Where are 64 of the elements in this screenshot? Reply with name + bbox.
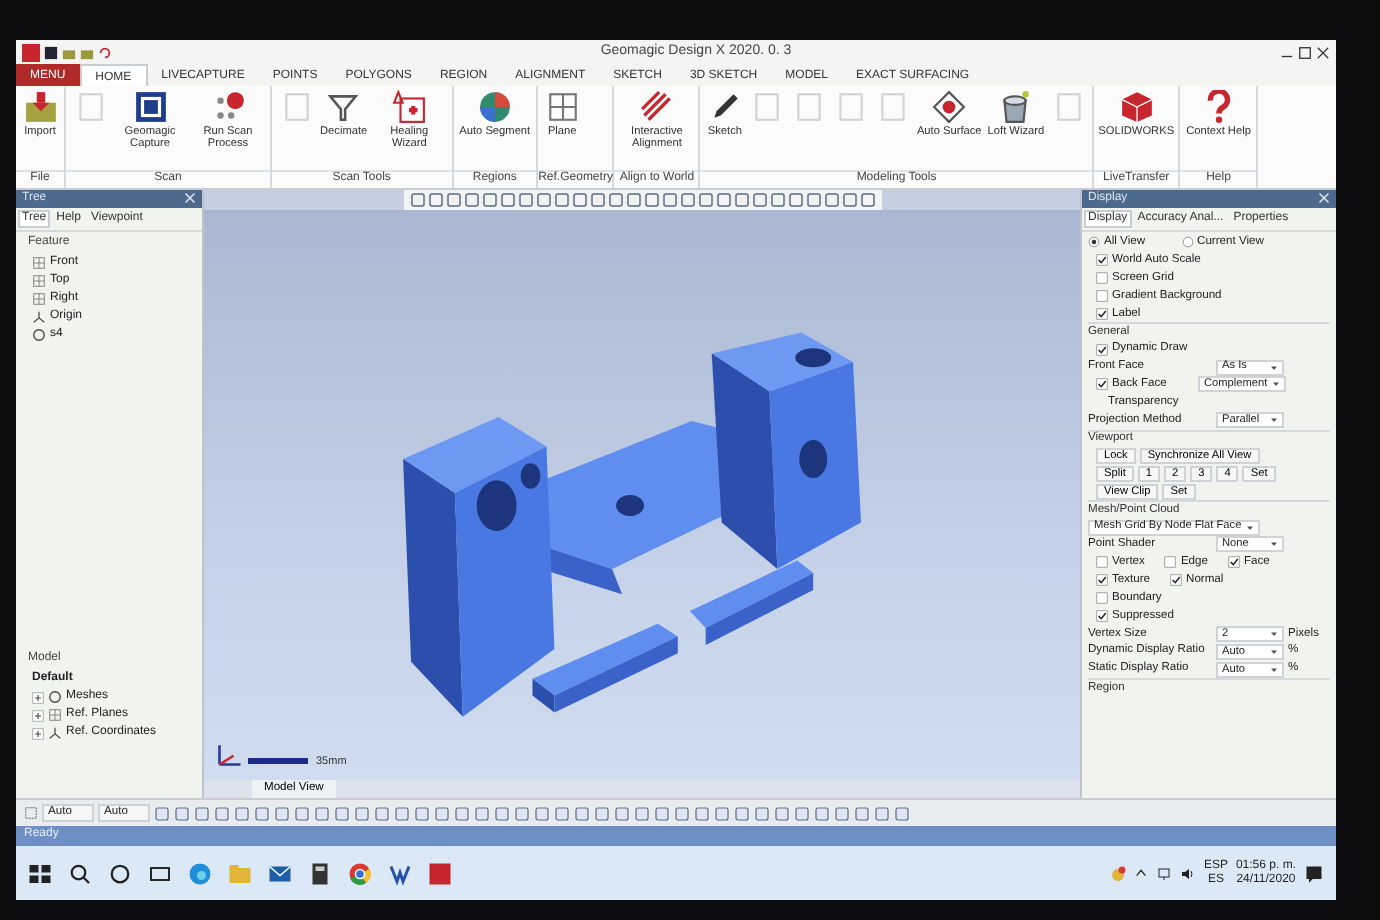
- checkbox[interactable]: [1096, 290, 1108, 302]
- checkbox[interactable]: [1096, 307, 1108, 320]
- undo-icon[interactable]: [98, 45, 112, 59]
- grid-plane-icon: [48, 708, 62, 722]
- grid-plane-icon: [32, 291, 46, 306]
- envelope-icon[interactable]: [268, 861, 292, 885]
- windows-logo-icon[interactable]: [28, 861, 52, 885]
- funnel-icon: [326, 90, 361, 124]
- checkbox[interactable]: [1164, 556, 1177, 569]
- checkbox[interactable]: [1096, 272, 1108, 285]
- select-icon[interactable]: [24, 806, 38, 820]
- checkbox[interactable]: [1096, 610, 1108, 623]
- scan-process-icon: [211, 90, 245, 124]
- circle-icon: [48, 690, 62, 704]
- folder-arrow-icon: [23, 90, 57, 124]
- radio-button[interactable]: [1181, 236, 1194, 249]
- expand-toggle[interactable]: [32, 727, 44, 739]
- checkbox[interactable]: [1227, 556, 1240, 569]
- axes-icon: [32, 309, 46, 324]
- checkbox[interactable]: [1096, 254, 1108, 267]
- app-icon[interactable]: [428, 861, 452, 885]
- circle-icon: [32, 327, 46, 342]
- scale-bar-icon: [248, 758, 308, 765]
- search-icon[interactable]: [68, 861, 92, 885]
- segment-icon: [477, 90, 512, 124]
- close-icon[interactable]: [1316, 45, 1330, 59]
- edge-browser-icon[interactable]: [188, 861, 212, 885]
- tool-icon: [1051, 90, 1086, 124]
- calculator-icon[interactable]: [308, 861, 332, 885]
- chrome-browser-icon[interactable]: [348, 861, 372, 885]
- floppy-icon[interactable]: [44, 45, 58, 59]
- axes-icon: [48, 726, 62, 740]
- tool-icon: [833, 90, 868, 124]
- alignment-icon: [639, 90, 674, 124]
- expand-toggle[interactable]: [32, 691, 44, 703]
- checkbox[interactable]: [1096, 556, 1108, 569]
- app-logo-icon: [22, 43, 40, 61]
- notification-badge-icon[interactable]: [1109, 865, 1126, 881]
- tool-icon: [875, 90, 910, 124]
- tool-icon: [791, 90, 826, 124]
- caret-icon: [1245, 523, 1254, 532]
- tool-icon: [749, 90, 784, 124]
- checkbox[interactable]: [1096, 592, 1108, 605]
- network-icon[interactable]: [1155, 865, 1172, 881]
- maximize-icon[interactable]: [1298, 45, 1312, 59]
- checkbox[interactable]: [1096, 378, 1108, 391]
- tool-icon: [279, 90, 313, 124]
- tool-icon: [73, 90, 107, 124]
- notifications-icon[interactable]: [1304, 863, 1324, 883]
- checkbox[interactable]: [1170, 574, 1183, 587]
- bucket-icon: [998, 90, 1033, 124]
- radio-button[interactable]: [1088, 236, 1100, 249]
- axis-triad-icon: [216, 740, 244, 768]
- grid-plane-icon: [32, 255, 46, 270]
- task-view-icon[interactable]: [148, 861, 172, 885]
- speaker-icon[interactable]: [1179, 865, 1196, 881]
- checkbox[interactable]: [1096, 343, 1108, 356]
- checkbox[interactable]: [1096, 574, 1108, 587]
- expand-toggle[interactable]: [32, 709, 44, 721]
- grid-plane-icon: [545, 90, 580, 124]
- chevron-up-icon[interactable]: [1133, 866, 1148, 880]
- circle-icon[interactable]: [108, 861, 132, 885]
- grid-plane-icon: [32, 273, 46, 288]
- app-icon[interactable]: [388, 861, 412, 885]
